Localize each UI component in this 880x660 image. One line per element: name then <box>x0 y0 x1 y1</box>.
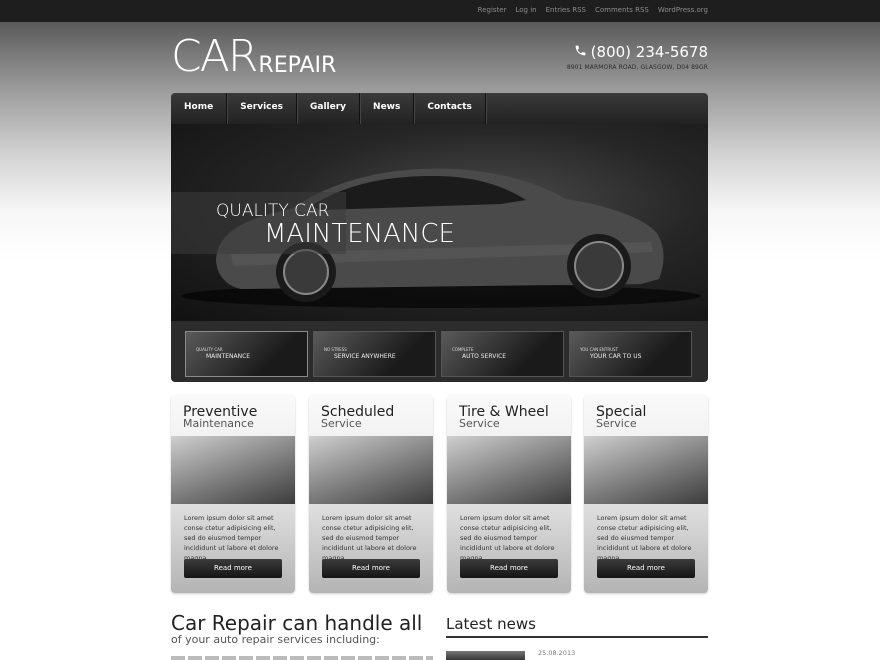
intro-text-cutoff <box>171 656 433 660</box>
thumbnail-caption-small: QUALITY CAR <box>196 347 223 352</box>
top-bar: Register Log in Entries RSS Comments RSS… <box>0 0 880 22</box>
news-date: 25.08.2013 <box>538 649 576 657</box>
nav-services[interactable]: Services <box>227 93 297 124</box>
card-description: Lorem ipsum dolor sit amet conse ctetur … <box>597 514 692 562</box>
news-divider <box>446 636 708 638</box>
service-card-tire-wheel: Tire & Wheel Service Lorem ipsum dolor s… <box>447 395 571 593</box>
card-description: Lorem ipsum dolor sit amet conse ctetur … <box>184 514 279 562</box>
nav-contacts[interactable]: Contacts <box>414 93 486 124</box>
thumbnail-caption-small: NO STRESS <box>324 347 347 352</box>
service-card-preventive: Preventive Maintenance Lorem ipsum dolor… <box>171 395 295 593</box>
intro-heading: Car Repair can handle all <box>171 611 423 635</box>
read-more-button[interactable]: Read more <box>184 559 282 578</box>
thumbnail-4[interactable]: YOU CAN ENTRUST YOUR CAR TO US <box>569 331 692 377</box>
read-more-button[interactable]: Read more <box>322 559 420 578</box>
nav-home[interactable]: Home <box>171 93 228 124</box>
thumbnail-3[interactable]: COMPLETE AUTO SERVICE <box>441 331 564 377</box>
card-photo <box>171 436 295 504</box>
thumbnail-caption: SERVICE ANYWHERE <box>334 353 396 360</box>
nav-news[interactable]: News <box>360 93 415 124</box>
read-more-button[interactable]: Read more <box>597 559 695 578</box>
nav-gallery[interactable]: Gallery <box>297 93 361 124</box>
card-description: Lorem ipsum dolor sit amet conse ctetur … <box>322 514 417 562</box>
login-link[interactable]: Log in <box>515 6 536 14</box>
hero-title-line1: QUALITY CAR <box>216 201 330 221</box>
service-card-special: Special Service Lorem ipsum dolor sit am… <box>584 395 708 593</box>
thumbnail-1[interactable]: QUALITY CAR MAINTENANCE <box>185 331 308 377</box>
thumbnail-caption-small: YOU CAN ENTRUST <box>580 347 619 352</box>
read-more-button[interactable]: Read more <box>460 559 558 578</box>
card-subtitle: Service <box>459 417 500 430</box>
logo-car: CAR <box>171 31 258 82</box>
card-photo <box>447 436 571 504</box>
thumbnail-caption: YOUR CAR TO US <box>590 353 642 360</box>
main-nav: Home Services Gallery News Contacts <box>171 93 708 124</box>
comments-rss-link[interactable]: Comments RSS <box>595 6 649 14</box>
news-thumbnail[interactable] <box>446 651 525 660</box>
register-link[interactable]: Register <box>478 6 507 14</box>
card-photo <box>309 436 433 504</box>
intro-subheading: of your auto repair services including: <box>171 633 380 646</box>
thumbnail-2[interactable]: NO STRESS SERVICE ANYWHERE <box>313 331 436 377</box>
logo-repair: REPAIR <box>258 53 337 78</box>
thumbnail-caption: AUTO SERVICE <box>462 353 507 360</box>
card-subtitle: Service <box>321 417 362 430</box>
address: 8901 MARMORA ROAD, GLASGOW, D04 89GR <box>566 64 708 71</box>
site-logo[interactable]: CAR REPAIR <box>171 34 336 80</box>
thumbnail-caption: MAINTENANCE <box>206 353 251 360</box>
thumbnail-caption-small: COMPLETE <box>452 347 474 352</box>
slider-thumbnails: QUALITY CAR MAINTENANCE NO STRESS SERVIC… <box>171 321 708 382</box>
top-links: Register Log in Entries RSS Comments RSS… <box>478 6 708 14</box>
card-description: Lorem ipsum dolor sit amet conse ctetur … <box>460 514 555 562</box>
hero-title-line2: MAINTENANCE <box>264 219 455 249</box>
latest-news-heading: Latest news <box>446 615 536 633</box>
entries-rss-link[interactable]: Entries RSS <box>546 6 586 14</box>
hero-slider[interactable]: QUALITY CAR MAINTENANCE <box>171 124 708 321</box>
card-photo <box>584 436 708 504</box>
card-subtitle: Maintenance <box>183 417 254 430</box>
service-card-scheduled: Scheduled Service Lorem ipsum dolor sit … <box>309 395 433 593</box>
phone-number: (800) 234-5678 <box>574 43 708 61</box>
wordpress-link[interactable]: WordPress.org <box>658 6 708 14</box>
card-subtitle: Service <box>596 417 637 430</box>
phone-text: (800) 234-5678 <box>590 43 708 61</box>
phone-icon <box>574 43 587 61</box>
